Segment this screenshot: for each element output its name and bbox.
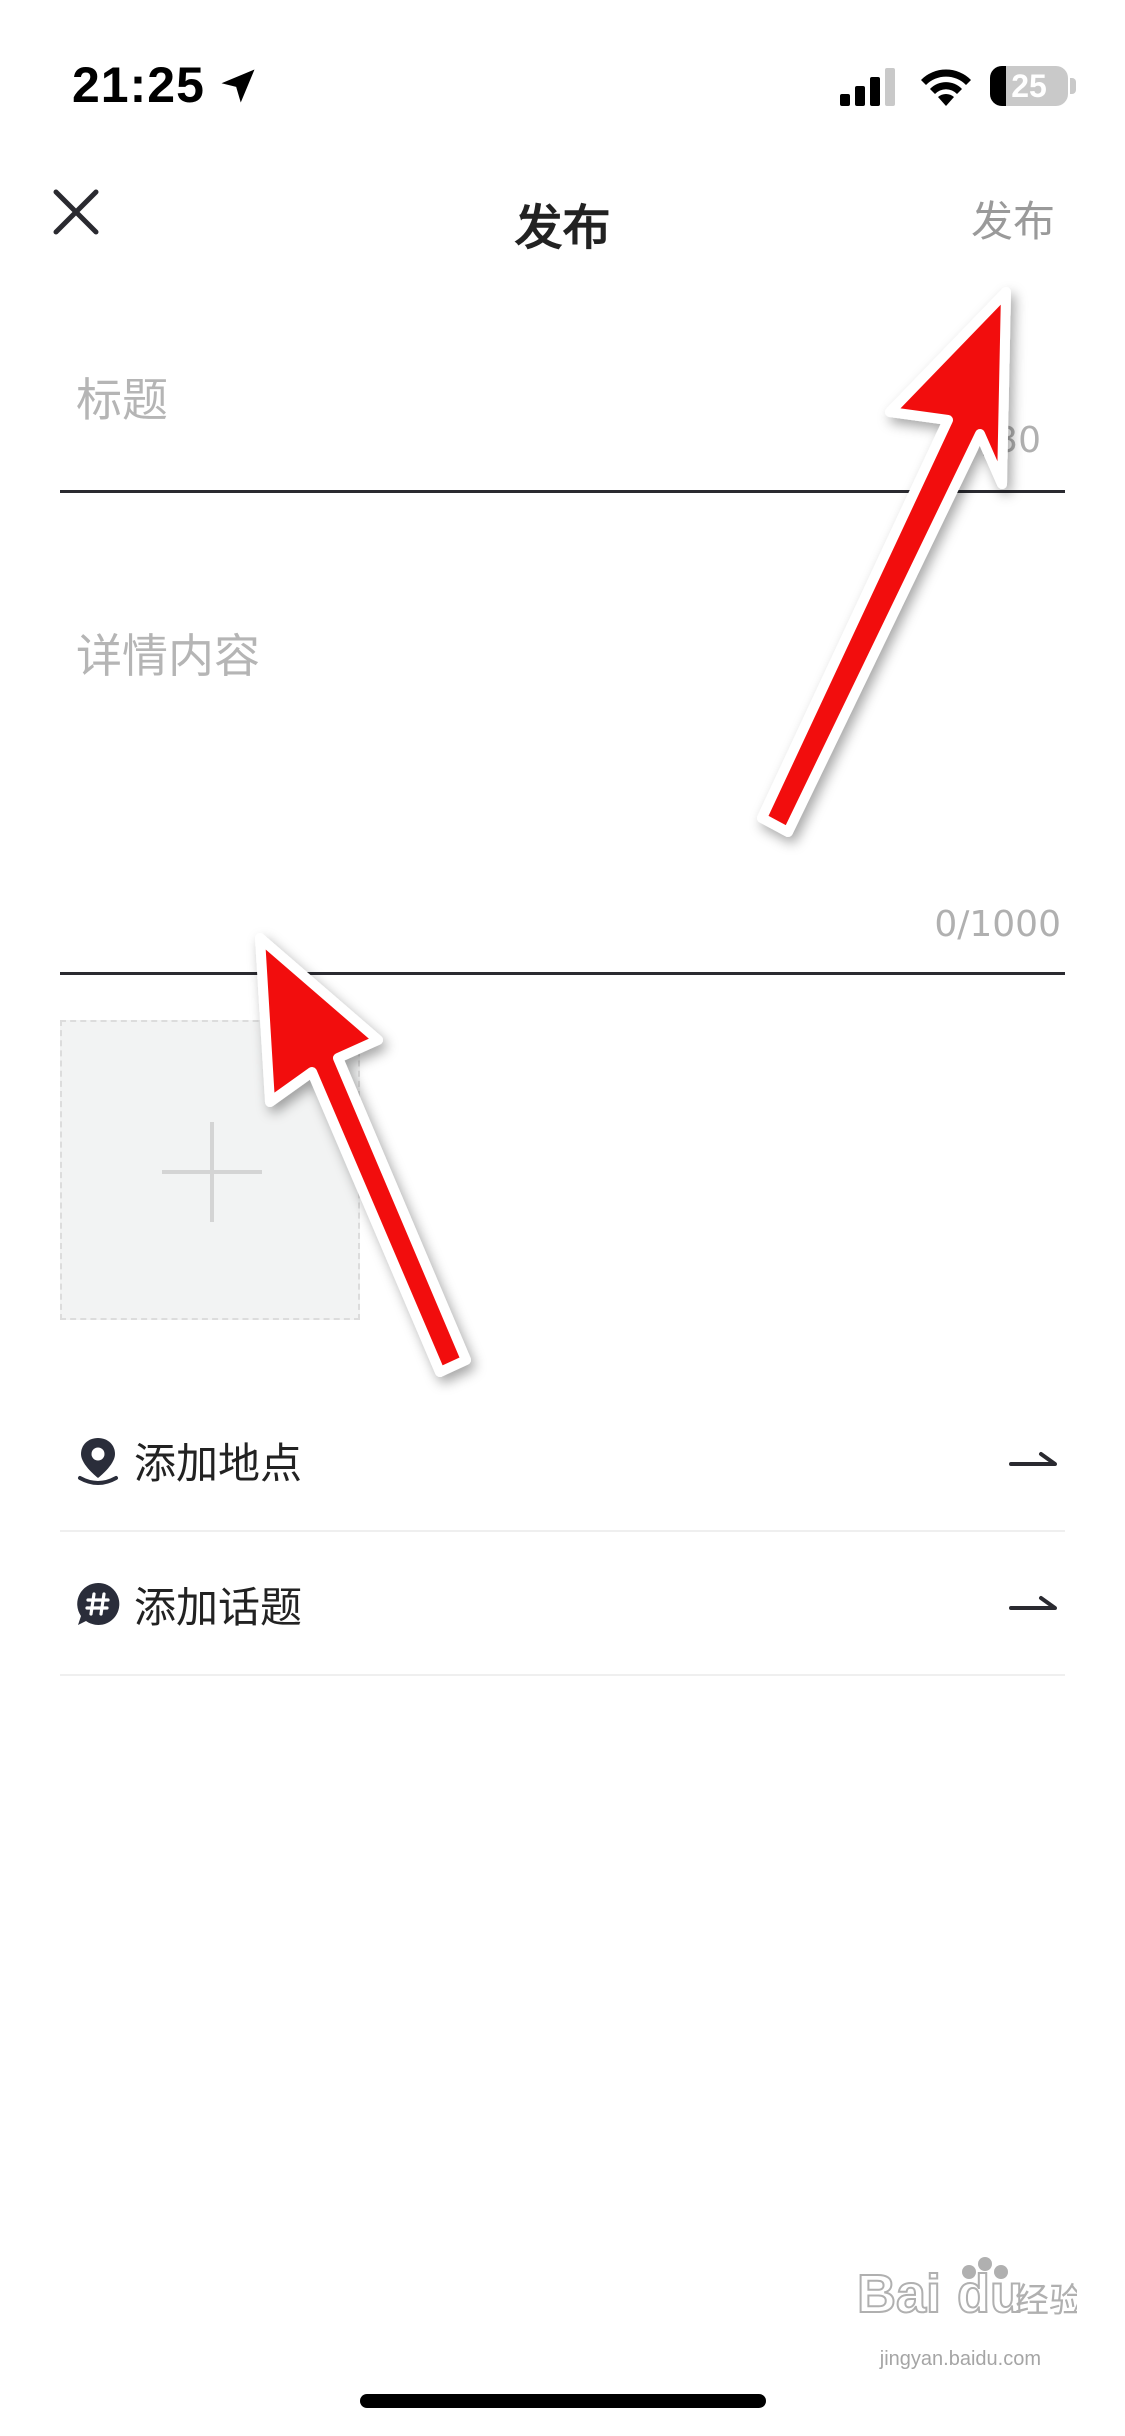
svg-text:经验: 经验 (1015, 2281, 1077, 2321)
location-arrow-icon (221, 69, 255, 103)
svg-text:Bai: Bai (857, 2264, 941, 2324)
arrow-right-icon (1009, 1596, 1057, 1610)
content-textarea[interactable] (60, 620, 1081, 900)
add-location-label: 添加地点 (134, 1439, 303, 1488)
battery-tip (1070, 78, 1076, 94)
page-title: 发布 (514, 200, 611, 256)
add-topic-label: 添加话题 (134, 1583, 303, 1632)
add-location-row[interactable]: 添加地点 (60, 1390, 1065, 1530)
hashtag-icon (77, 1582, 120, 1625)
add-image-button[interactable] (60, 1020, 360, 1320)
add-topic-row[interactable]: 添加话题 (60, 1534, 1065, 1674)
plus-icon (210, 1122, 214, 1222)
battery-indicator: 25 (990, 66, 1068, 106)
location-pin-icon (78, 1438, 118, 1485)
row-divider (60, 1530, 1065, 1532)
title-input[interactable] (60, 340, 1081, 460)
svg-text:du: du (957, 2264, 1023, 2324)
content-char-counter: 0/1000 (934, 904, 1061, 945)
title-divider (60, 490, 1065, 493)
row-divider (60, 1674, 1065, 1676)
baidu-jingyan-watermark: Bai du 经验 (857, 2257, 1077, 2325)
home-indicator[interactable] (360, 2394, 766, 2408)
watermark-url: jingyan.baidu.com (879, 2348, 1041, 2370)
content-divider (60, 972, 1065, 975)
battery-percent: 25 (1011, 68, 1047, 104)
cellular-signal-icon (840, 68, 895, 106)
title-char-counter: 0/30 (960, 420, 1041, 461)
status-time: 21:25 (72, 57, 205, 113)
arrow-right-icon (1009, 1452, 1057, 1466)
wifi-icon (921, 69, 971, 106)
publish-button[interactable]: 发布 (971, 188, 1055, 249)
